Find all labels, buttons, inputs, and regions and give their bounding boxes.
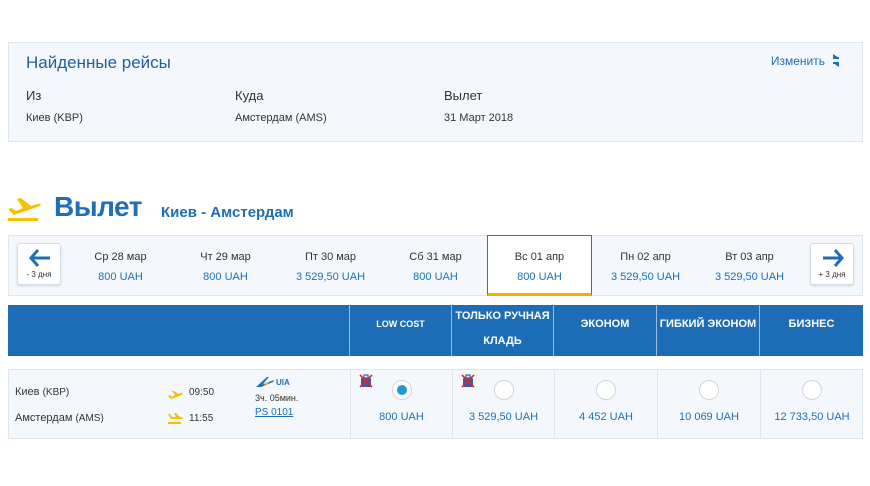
date-option-price: 800 UAH	[413, 271, 458, 283]
search-summary-panel: Найденные рейсы Изменить Из Киев (KBP) К…	[8, 42, 863, 142]
fare-price: 4 452 UAH	[579, 411, 633, 423]
summary-to: Куда Амстердам (AMS)	[235, 88, 327, 124]
arrival-time: 11:55	[189, 413, 214, 424]
no-baggage-icon	[461, 374, 475, 393]
next-3-days-button[interactable]: + 3 дня	[810, 243, 854, 285]
date-option-label: Пн 02 апр	[620, 251, 671, 263]
date-option-label: Чт 29 мар	[200, 251, 251, 263]
departure-time: 09:50	[189, 387, 215, 398]
to-value: Амстердам (AMS)	[235, 112, 327, 124]
fare-option[interactable]: 12 733,50 UAH	[760, 370, 863, 438]
prev-3-days-button[interactable]: - 3 дня	[17, 243, 61, 285]
flight-destination: Амстердам (AMS)	[15, 412, 104, 424]
prev-3-days-label: - 3 дня	[26, 270, 52, 279]
fare-option[interactable]: 3 529,50 UAH	[452, 370, 554, 438]
date-option-price: 3 529,50 UAH	[610, 271, 681, 283]
departure-heading: Вылет	[54, 191, 142, 222]
flight-number-link[interactable]: PS 0101	[255, 407, 298, 418]
summary-departure: Вылет 31 Март 2018	[444, 88, 513, 124]
airline-logo-icon	[256, 377, 274, 387]
next-3-days-label: + 3 дня	[818, 270, 846, 279]
fare-price: 800 UAH	[379, 411, 424, 423]
hand-luggage-line1: ТОЛЬКО РУЧНАЯ	[455, 310, 550, 322]
flight-origin: Киев (KBP)	[15, 386, 69, 398]
from-label: Из	[26, 88, 42, 103]
fare-header-business: БИЗНЕС	[759, 305, 863, 356]
airline-info: UIA 3ч. 05мин. PS 0101	[255, 376, 298, 418]
fare-option[interactable]: 10 069 UAH	[657, 370, 760, 438]
airline-logo: UIA	[255, 376, 298, 388]
fare-header-hand-luggage: ТОЛЬКО РУЧНАЯ КЛАДЬ	[451, 305, 553, 356]
fare-radio[interactable]	[802, 380, 822, 400]
date-selector: - 3 дня Ср 28 мар 800 UAH Чт 29 мар 800 UAH…	[8, 235, 863, 296]
fare-option[interactable]: 800 UAH	[350, 370, 452, 438]
date-option[interactable]: Вс 01 апр 800 UAH	[487, 235, 592, 296]
date-option-label: Сб 31 мар	[409, 251, 462, 263]
date-option-price: 800 UAH	[98, 271, 143, 283]
to-label: Куда	[235, 88, 264, 103]
date-option-label: Вс 01 апр	[514, 251, 565, 263]
fare-header-low-cost: LOW COST	[349, 305, 451, 356]
plane-takeoff-icon	[6, 196, 42, 227]
date-option-price: 800 UAH	[203, 271, 248, 283]
date-option[interactable]: Сб 31 мар 800 UAH	[383, 236, 488, 297]
fare-price: 12 733,50 UAH	[774, 411, 850, 423]
fare-radio[interactable]	[596, 380, 616, 400]
change-label: Изменить	[770, 53, 825, 68]
fare-price: 3 529,50 UAH	[468, 411, 539, 423]
no-baggage-icon	[359, 374, 373, 393]
airline-code: UIA	[276, 377, 290, 387]
fare-radio[interactable]	[699, 380, 719, 400]
route-title: Киев - Амстердам	[161, 204, 294, 221]
flight-duration: 3ч. 05мин.	[255, 393, 299, 403]
business-label: БИЗНЕС	[788, 318, 835, 330]
date-option-label: Вт 03 апр	[725, 251, 774, 263]
summary-from: Из Киев (KBP)	[26, 88, 83, 124]
fare-radio[interactable]	[391, 380, 412, 400]
date-option[interactable]: Чт 29 мар 800 UAH	[173, 236, 278, 297]
fare-option[interactable]: 4 452 UAH	[554, 370, 657, 438]
fare-price: 10 069 UAH	[679, 411, 739, 423]
arrow-left-icon	[29, 249, 50, 267]
hand-luggage-line2: КЛАДЬ	[483, 335, 522, 347]
departure-value: 31 Март 2018	[444, 112, 514, 124]
fare-header-economy: ЭКОНОМ	[553, 305, 656, 356]
flex-economy-label: ГИБКИЙ ЭКОНОМ	[659, 318, 757, 330]
departure-label: Вылет	[444, 88, 483, 103]
change-search-link[interactable]: Изменить	[771, 53, 842, 68]
takeoff-icon	[167, 387, 183, 405]
fare-header-flex-economy: ГИБКИЙ ЭКОНОМ	[656, 305, 759, 356]
origin-code: (KBP)	[42, 387, 70, 398]
fare-header: LOW COST ТОЛЬКО РУЧНАЯ КЛАДЬ ЭКОНОМ ГИБК…	[8, 305, 863, 356]
destination-code: (AMS)	[75, 413, 104, 424]
page: Найденные рейсы Изменить Из Киев (KBP) К…	[0, 0, 870, 486]
origin-city: Киев	[15, 386, 40, 398]
fare-radio[interactable]	[493, 380, 514, 400]
date-option-label: Ср 28 мар	[94, 251, 147, 263]
economy-label: ЭКОНОМ	[580, 318, 630, 330]
date-option-price: 3 529,50 UAH	[714, 271, 785, 283]
arrow-right-icon	[823, 249, 844, 267]
low-cost-label: LOW COST	[376, 319, 425, 329]
flight-row: Киев (KBP) 09:50 Амстердам (AMS) 11:55 U…	[8, 369, 863, 439]
summary-title: Найденные рейсы	[26, 53, 171, 72]
date-option-label: Пт 30 мар	[304, 251, 357, 263]
date-option-price: 800 UAH	[517, 271, 562, 283]
date-option[interactable]: Пт 30 мар 3 529,50 UAH	[278, 236, 383, 297]
landing-icon	[167, 412, 183, 430]
date-option[interactable]: Пн 02 апр 3 529,50 UAH	[593, 236, 698, 297]
from-value: Киев (KBP)	[26, 112, 83, 124]
date-option[interactable]: Вт 03 апр 3 529,50 UAH	[697, 236, 802, 297]
hand-luggage-label: ТОЛЬКО РУЧНАЯ КЛАДЬ	[452, 310, 553, 348]
swap-arrows-icon	[830, 53, 842, 68]
destination-city: Амстердам	[15, 412, 73, 424]
date-option[interactable]: Ср 28 мар 800 UAH	[68, 236, 173, 297]
date-option-price: 3 529,50 UAH	[295, 271, 366, 283]
